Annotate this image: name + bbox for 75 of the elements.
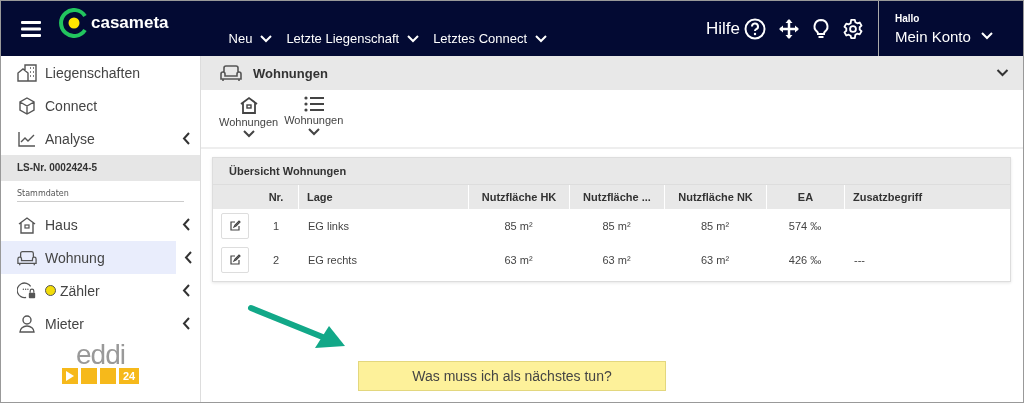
column-header: EA bbox=[766, 185, 844, 209]
table-cell: 426 ‰ bbox=[788, 254, 822, 266]
column-header: Nr. bbox=[267, 190, 285, 205]
chevron-left-icon bbox=[184, 251, 192, 264]
menu-icon[interactable] bbox=[21, 20, 41, 37]
sidebar-item[interactable]: Connect bbox=[1, 89, 200, 122]
toolbar-button[interactable]: Wohnungen bbox=[284, 90, 344, 147]
edit-button[interactable] bbox=[221, 213, 249, 239]
play-blocks-icon bbox=[61, 368, 116, 384]
column-header: Nutzfläche NK bbox=[664, 185, 766, 209]
help-icon[interactable] bbox=[744, 17, 766, 40]
person-icon bbox=[17, 314, 37, 333]
chevron-down-icon bbox=[260, 34, 273, 43]
chevron-down-icon bbox=[407, 34, 420, 43]
cube-icon bbox=[17, 96, 37, 115]
sidebar-item[interactable]: Analyse bbox=[1, 122, 200, 155]
table-cell: 85 m² bbox=[700, 220, 730, 232]
chevron-down-icon[interactable] bbox=[996, 69, 1009, 77]
brand-badge: 24 bbox=[118, 368, 140, 384]
sidebar-item[interactable]: Liegenschaften bbox=[1, 56, 200, 89]
column-header: Nutzfläche ... bbox=[569, 185, 664, 209]
table-cell: 1 bbox=[272, 220, 280, 232]
section-label: Stammdaten bbox=[17, 189, 184, 202]
column-header: Nutzfläche HK bbox=[468, 185, 569, 209]
account-menu[interactable]: Mein Konto bbox=[895, 27, 1023, 45]
house-icon bbox=[17, 215, 37, 234]
column-header: Zusatzbegriff bbox=[844, 185, 1010, 209]
property-number: LS-Nr. 0002424-5 bbox=[1, 155, 200, 181]
column-header: Lage bbox=[298, 185, 468, 209]
table-cell: 63 m² bbox=[700, 254, 730, 266]
sidebar-item[interactable]: Mieter bbox=[1, 307, 200, 340]
chevron-down-icon bbox=[307, 128, 320, 136]
house-icon bbox=[238, 96, 259, 114]
table-title: Übersicht Wohnungen bbox=[213, 158, 1010, 184]
chevron-left-icon bbox=[182, 284, 190, 297]
sidebar-item[interactable]: Zähler bbox=[1, 274, 200, 307]
buildings-icon bbox=[17, 63, 37, 82]
ring-logo-icon bbox=[59, 7, 89, 38]
move-arrows-icon[interactable] bbox=[778, 17, 800, 40]
edit-icon bbox=[229, 220, 241, 232]
nav-menu[interactable]: Neu bbox=[228, 31, 273, 46]
table-cell: 2 bbox=[272, 254, 280, 266]
brand-wordmark: eddi bbox=[76, 342, 125, 368]
chevron-down-icon bbox=[242, 130, 255, 138]
page-title: Wohnungen bbox=[253, 65, 328, 81]
sidebar-item[interactable]: Haus bbox=[1, 208, 200, 241]
edit-button[interactable] bbox=[221, 247, 249, 273]
toolbar-button[interactable]: Wohnungen bbox=[219, 90, 279, 147]
help-button[interactable]: Hilfe bbox=[706, 18, 740, 39]
table-cell: EG links bbox=[308, 220, 349, 232]
logo-text: casameta bbox=[91, 12, 169, 33]
sofa-icon bbox=[219, 65, 243, 81]
chevron-left-icon bbox=[182, 132, 190, 145]
greeting-text: Hallo bbox=[895, 12, 920, 24]
settings-icon[interactable] bbox=[842, 17, 864, 40]
table-cell: 85 m² bbox=[504, 220, 533, 232]
line-chart-icon bbox=[17, 130, 37, 147]
list-icon bbox=[303, 96, 324, 112]
lightbulb-icon[interactable] bbox=[812, 17, 830, 40]
table-cell: 63 m² bbox=[602, 254, 631, 266]
table-cell: 63 m² bbox=[504, 254, 533, 266]
next-step-button[interactable]: Was muss ich als nächstes tun? bbox=[358, 361, 666, 391]
table-cell: --- bbox=[854, 254, 865, 266]
table-cell: EG rechts bbox=[308, 254, 357, 266]
sofa-icon bbox=[17, 249, 37, 266]
chevron-left-icon bbox=[182, 317, 190, 330]
chevron-down-icon bbox=[980, 32, 993, 40]
nav-menu[interactable]: Letztes Connect bbox=[433, 31, 548, 46]
table-cell: 574 ‰ bbox=[788, 220, 822, 232]
meter-icon bbox=[17, 280, 37, 301]
edit-icon bbox=[229, 254, 241, 266]
nav-menu[interactable]: Letzte Liegenschaft bbox=[286, 31, 420, 46]
chevron-left-icon bbox=[182, 218, 190, 231]
chevron-down-icon bbox=[535, 34, 548, 43]
table-cell: 85 m² bbox=[602, 220, 631, 232]
